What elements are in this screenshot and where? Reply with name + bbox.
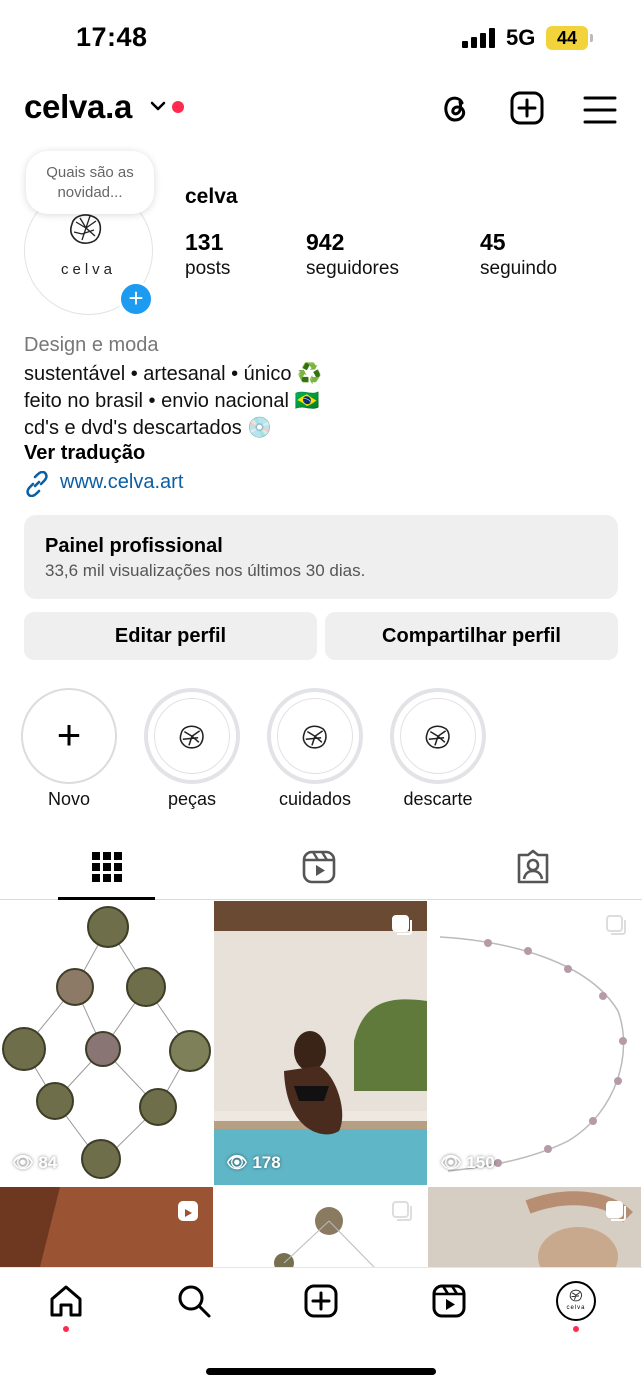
grid-post[interactable]: 👁 150 (428, 901, 641, 1185)
display-name: celva (185, 185, 238, 208)
notification-dot (172, 101, 184, 113)
posts-count: 131 (185, 229, 224, 255)
bio-line: cd's e dvd's descartados 💿 (24, 417, 273, 439)
profile-avatar-tab[interactable]: celva (556, 1281, 596, 1321)
brand-logo-icon (70, 214, 102, 244)
carousel-icon (178, 915, 198, 935)
dashboard-title: Painel profissional (45, 535, 223, 557)
highlight-label: peças (167, 789, 217, 809)
note-bubble[interactable]: Quais são as novidad... (26, 151, 154, 214)
brand-logo-icon (425, 725, 450, 749)
view-count: 👁 84 (12, 1153, 58, 1172)
plus-icon: + (56, 711, 82, 758)
highlight-label: descarte (403, 789, 473, 809)
avatar-brand-text: celva (60, 261, 117, 278)
dashboard-subtitle: 33,6 mil visualizações nos últimos 30 di… (45, 561, 366, 580)
carousel-icon (606, 915, 626, 935)
notification-dot (63, 1326, 69, 1332)
following-label[interactable]: seguindo (480, 258, 557, 280)
grid-post[interactable] (428, 1187, 641, 1267)
battery-level: 44 (546, 26, 588, 50)
highlight-pecas[interactable] (144, 688, 240, 784)
new-post-icon[interactable] (510, 91, 544, 125)
post-thumbnail (439, 936, 627, 1172)
followers-label[interactable]: seguidores (306, 258, 399, 280)
share-profile-button[interactable]: Compartilhar perfil (325, 612, 618, 660)
following-count[interactable]: 45 (480, 229, 506, 256)
highlight-descarte[interactable] (390, 688, 486, 784)
grid-post[interactable] (214, 1187, 427, 1267)
grid-post[interactable]: 👁 84 (0, 901, 213, 1185)
reels-icon (178, 1201, 198, 1221)
carousel-icon (392, 1201, 412, 1221)
tagged-icon[interactable] (515, 849, 551, 885)
bio-line: feito no brasil • envio nacional 🇧🇷 (24, 390, 320, 412)
bio-line: sustentável • artesanal • único ♻️ (24, 363, 322, 385)
see-translation-link[interactable]: Ver tradução (24, 442, 145, 465)
highlight-label: cuidados (278, 789, 352, 809)
link-icon (26, 471, 48, 497)
home-icon[interactable] (48, 1283, 84, 1319)
battery-icon: 44 (546, 26, 594, 50)
post-thumbnail (2, 906, 211, 1179)
network-label: 5G (506, 25, 536, 50)
add-story-button[interactable]: + (118, 281, 154, 317)
home-indicator[interactable] (206, 1368, 436, 1375)
active-tab-indicator (58, 897, 155, 900)
avatar-brand-text: celva (566, 1305, 586, 1311)
posts-label: posts (185, 258, 231, 279)
signal-icon (462, 28, 495, 48)
reels-icon[interactable] (431, 1283, 467, 1319)
search-icon[interactable] (176, 1283, 212, 1319)
reels-icon[interactable] (301, 849, 337, 885)
create-icon[interactable] (303, 1283, 339, 1319)
edit-profile-button[interactable]: Editar perfil (24, 612, 317, 660)
new-highlight-button[interactable]: + (21, 688, 117, 784)
grid-icon[interactable] (89, 849, 125, 885)
brand-logo-icon (569, 1289, 582, 1302)
threads-icon[interactable] (438, 91, 472, 125)
grid-post[interactable]: 👁 178 (214, 901, 427, 1185)
grid-post[interactable] (0, 1187, 213, 1267)
brand-logo-icon (302, 725, 327, 749)
profile-category: Design e moda (24, 334, 159, 356)
view-count: 👁 150 (440, 1153, 495, 1172)
carousel-icon (392, 915, 412, 935)
status-time: 17:48 (76, 22, 148, 52)
website-link[interactable]: www.celva.art (60, 471, 183, 494)
brand-logo-icon (179, 725, 204, 749)
menu-icon[interactable] (583, 93, 617, 127)
notification-dot (573, 1326, 579, 1332)
post-thumbnail (214, 901, 427, 1185)
followers-count[interactable]: 942 (306, 229, 344, 256)
account-switcher[interactable]: celva.a (24, 88, 132, 126)
highlight-label: Novo (47, 789, 91, 809)
carousel-icon (606, 1201, 626, 1221)
highlight-cuidados[interactable] (267, 688, 363, 784)
chevron-down-icon[interactable] (150, 100, 166, 112)
view-count: 👁 178 (226, 1153, 281, 1172)
